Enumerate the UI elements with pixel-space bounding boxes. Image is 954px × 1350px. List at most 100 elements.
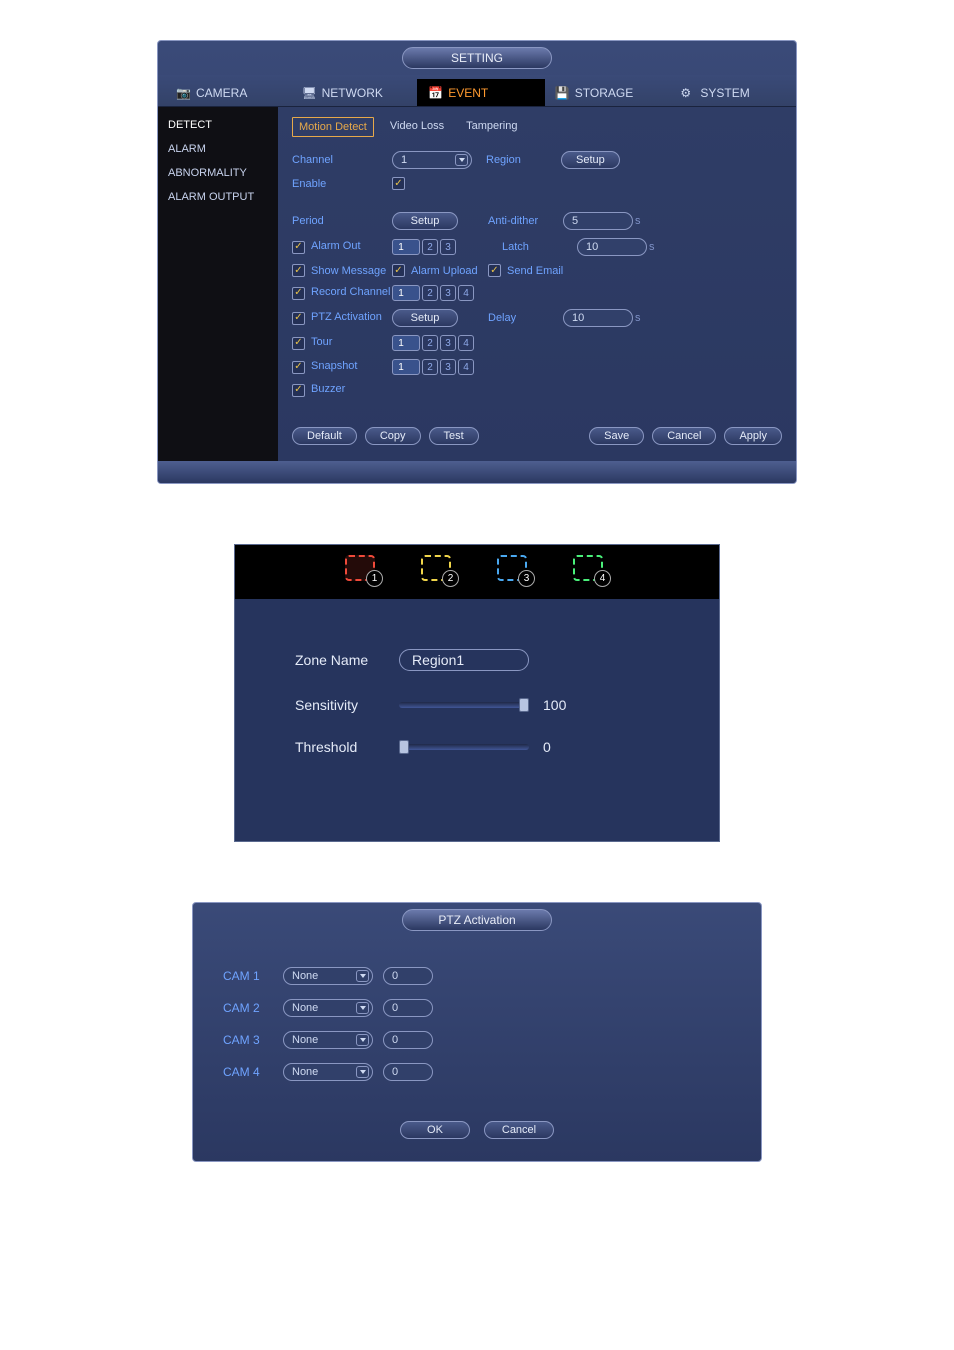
ptz-activation-window: PTZ Activation CAM 1 None 0 CAM 2 None 0… <box>192 902 762 1162</box>
tab-storage[interactable]: 💾STORAGE <box>545 79 671 106</box>
period-setup-button[interactable]: Setup <box>392 212 458 230</box>
zone-tab-1[interactable]: 1 <box>345 555 381 585</box>
subtab-tampering[interactable]: Tampering <box>460 117 523 137</box>
cam4-label: CAM 4 <box>223 1065 273 1079</box>
alarmout-1[interactable]: 1 <box>392 239 420 255</box>
default-button[interactable]: Default <box>292 427 357 445</box>
snap-4[interactable]: 4 <box>458 359 474 375</box>
tab-event[interactable]: 📅EVENT <box>417 79 545 106</box>
tour-checkbox[interactable] <box>292 337 305 350</box>
chevron-down-icon <box>356 1034 369 1046</box>
cancel-button[interactable]: Cancel <box>484 1121 554 1139</box>
zone-badge-2: 2 <box>442 570 459 587</box>
alarm-out-checkbox[interactable] <box>292 241 305 254</box>
camera-icon: 📷 <box>176 86 190 100</box>
show-message-checkbox[interactable] <box>292 264 305 277</box>
apply-button[interactable]: Apply <box>724 427 782 445</box>
antidither-label: Anti-dither <box>488 215 563 227</box>
record-4[interactable]: 4 <box>458 285 474 301</box>
save-button[interactable]: Save <box>589 427 644 445</box>
snap-2[interactable]: 2 <box>422 359 438 375</box>
buzzer-label: Buzzer <box>292 383 392 397</box>
record-channel-checkbox[interactable] <box>292 287 305 300</box>
tab-network[interactable]: 🖥NETWORK <box>292 79 418 106</box>
subtab-video-loss[interactable]: Video Loss <box>384 117 450 137</box>
storage-icon: 💾 <box>555 86 569 100</box>
enable-label: Enable <box>292 178 392 190</box>
copy-button[interactable]: Copy <box>365 427 421 445</box>
threshold-slider[interactable] <box>399 744 529 750</box>
latch-label: Latch <box>502 241 577 253</box>
show-message-label: Show Message <box>311 265 386 277</box>
send-email-checkbox[interactable] <box>488 264 501 277</box>
footer-strip <box>158 461 796 483</box>
latch-input[interactable]: 10 <box>577 238 647 256</box>
region-label: Region <box>486 154 561 166</box>
zone-name-label: Zone Name <box>295 652 385 668</box>
record-2[interactable]: 2 <box>422 285 438 301</box>
delay-input[interactable]: 10 <box>563 309 633 327</box>
ok-button[interactable]: OK <box>400 1121 470 1139</box>
alarm-upload-checkbox[interactable] <box>392 264 405 277</box>
enable-checkbox[interactable] <box>392 177 405 190</box>
region-setup-button[interactable]: Setup <box>561 151 620 169</box>
chevron-down-icon <box>356 1066 369 1078</box>
record-1[interactable]: 1 <box>392 285 420 301</box>
network-icon: 🖥 <box>302 86 316 100</box>
cam1-num-input[interactable]: 0 <box>383 967 433 985</box>
sidebar-item-alarm-output[interactable]: ALARM OUTPUT <box>158 185 278 209</box>
zone-name-input[interactable]: Region1 <box>399 649 529 671</box>
tour-2[interactable]: 2 <box>422 335 438 351</box>
alarm-out-label: Alarm Out <box>292 240 392 254</box>
delay-unit: s <box>635 312 641 324</box>
cam2-num-input[interactable]: 0 <box>383 999 433 1017</box>
tour-1[interactable]: 1 <box>392 335 420 351</box>
antidither-input[interactable]: 5 <box>563 212 633 230</box>
zone-badge-4: 4 <box>594 570 611 587</box>
record-3[interactable]: 3 <box>440 285 456 301</box>
top-tabs: 📷CAMERA 🖥NETWORK 📅EVENT 💾STORAGE ⚙SYSTEM <box>158 75 796 107</box>
zone-badge-1: 1 <box>366 570 383 587</box>
ptz-activation-label: PTZ Activation <box>292 311 392 325</box>
cam4-row: CAM 4 None 0 <box>223 1063 463 1081</box>
cam2-preset-select[interactable]: None <box>283 999 373 1017</box>
zone-tab-4[interactable]: 4 <box>573 555 609 585</box>
zone-panel: 1 2 3 4 Zone Name Region1 Sensitivity 10… <box>234 544 720 842</box>
setting-window: SETTING 📷CAMERA 🖥NETWORK 📅EVENT 💾STORAGE… <box>157 40 797 484</box>
channel-select[interactable]: 1 <box>392 151 472 169</box>
subtab-motion-detect[interactable]: Motion Detect <box>292 117 374 137</box>
tour-4[interactable]: 4 <box>458 335 474 351</box>
cam1-preset-select[interactable]: None <box>283 967 373 985</box>
cancel-button[interactable]: Cancel <box>652 427 716 445</box>
snap-1[interactable]: 1 <box>392 359 420 375</box>
cam2-row: CAM 2 None 0 <box>223 999 463 1017</box>
sidebar: DETECT ALARM ABNORMALITY ALARM OUTPUT <box>158 107 278 461</box>
cam4-num-input[interactable]: 0 <box>383 1063 433 1081</box>
zone-tab-3[interactable]: 3 <box>497 555 533 585</box>
test-button[interactable]: Test <box>429 427 479 445</box>
alarmout-3[interactable]: 3 <box>440 239 456 255</box>
cam3-num-input[interactable]: 0 <box>383 1031 433 1049</box>
cam3-preset-select[interactable]: None <box>283 1031 373 1049</box>
sidebar-item-abnormality[interactable]: ABNORMALITY <box>158 161 278 185</box>
cam4-preset-select[interactable]: None <box>283 1063 373 1081</box>
sidebar-item-detect[interactable]: DETECT <box>158 113 278 137</box>
ptz-activation-checkbox[interactable] <box>292 312 305 325</box>
alarmout-2[interactable]: 2 <box>422 239 438 255</box>
snap-3[interactable]: 3 <box>440 359 456 375</box>
snapshot-label: Snapshot <box>292 360 392 374</box>
send-email-label: Send Email <box>507 265 563 277</box>
event-icon: 📅 <box>428 86 442 100</box>
sidebar-item-alarm[interactable]: ALARM <box>158 137 278 161</box>
sensitivity-label: Sensitivity <box>295 697 385 713</box>
tab-system[interactable]: ⚙SYSTEM <box>670 79 796 106</box>
tour-3[interactable]: 3 <box>440 335 456 351</box>
tour-label: Tour <box>292 336 392 350</box>
tab-camera[interactable]: 📷CAMERA <box>166 79 292 106</box>
buzzer-checkbox[interactable] <box>292 384 305 397</box>
ptz-setup-button[interactable]: Setup <box>392 309 458 327</box>
sensitivity-slider[interactable] <box>399 702 529 708</box>
snapshot-checkbox[interactable] <box>292 361 305 374</box>
alarm-upload-label: Alarm Upload <box>411 265 478 277</box>
zone-tab-2[interactable]: 2 <box>421 555 457 585</box>
